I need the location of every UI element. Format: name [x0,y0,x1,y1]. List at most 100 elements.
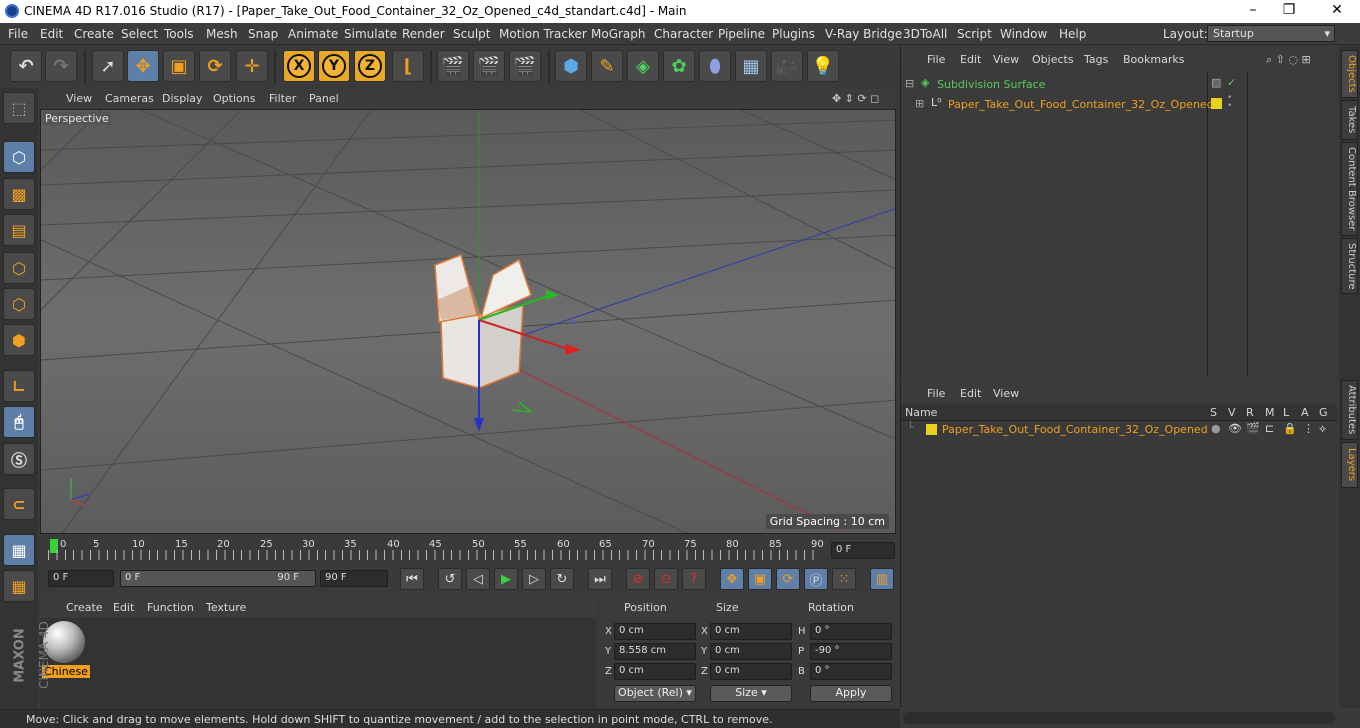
axis-mode-icon[interactable]: ∟ [3,370,35,402]
pen-spline-icon[interactable]: ✎ [591,50,623,82]
menu-script[interactable]: Script [957,27,992,41]
menu-edit[interactable]: Edit [40,27,63,41]
enabled-check-icon[interactable]: ✓ [1227,76,1236,89]
camera-icon[interactable]: 🎥 [771,50,803,82]
position-y-field[interactable]: 8.558 cm [614,643,696,660]
mat-menu-function[interactable]: Function [147,601,194,614]
object-row[interactable]: ⊟ ◈ Subdivision Surface ▨ ✓ [901,74,1337,94]
close-icon[interactable]: ✕ [1325,2,1349,18]
layer-horizontal-scrollbar[interactable] [903,712,1335,724]
cloner-icon[interactable]: ✿ [663,50,695,82]
position-x-field[interactable]: 0 cm [614,623,696,640]
position-z-field[interactable]: 0 cm [614,663,696,680]
floor-scene-icon[interactable]: ▦ [735,50,767,82]
key-rotation-icon[interactable]: ⟳ [776,568,800,590]
menu-create[interactable]: Create [74,27,114,41]
select-arrow-icon[interactable]: ➚ [92,50,124,82]
keyframe-selection-icon[interactable]: ? [682,568,706,590]
vp-menu-panel[interactable]: Panel [309,92,339,105]
texture-mode-icon[interactable]: ▩ [3,178,35,210]
menu-pipeline[interactable]: Pipeline [718,27,765,41]
layer-row[interactable]: └ Paper_Take_Out_Food_Container_32_Oz_Op… [901,421,1337,439]
obj-menu-objects[interactable]: Objects [1032,53,1074,66]
vp-menu-filter[interactable]: Filter [269,92,296,105]
obj-menu-bookmarks[interactable]: Bookmarks [1123,53,1184,66]
tab-objects[interactable]: Objects [1341,50,1358,98]
obj-menu-edit[interactable]: Edit [960,53,981,66]
expand-icon[interactable]: ⊞ [915,97,924,110]
vp-menu-options[interactable]: Options [213,92,255,105]
workplane-icon[interactable]: ▦ [3,534,35,566]
render-toggle-icon[interactable]: 🎬 [1246,422,1260,435]
menu-help[interactable]: Help [1059,27,1086,41]
go-to-previous-key-icon[interactable]: ↺ [438,568,462,590]
mat-menu-edit[interactable]: Edit [113,601,134,614]
menu-character[interactable]: Character [654,27,713,41]
tab-attributes[interactable]: Attributes [1341,380,1358,440]
menu-render[interactable]: Render [402,27,445,41]
tweak-mode-icon[interactable]: 🖰 [3,406,35,438]
tab-layers[interactable]: Layers [1341,442,1358,488]
subdivision-surface-icon[interactable]: ◈ [627,50,659,82]
redo-icon[interactable]: ↷ [45,50,77,82]
size-mode-dropdown[interactable]: Size ▾ [710,685,792,702]
vp-menu-view[interactable]: View [66,92,92,105]
y-axis-lock-button[interactable]: Y [318,50,350,82]
obj-menu-tags[interactable]: Tags [1084,53,1108,66]
viewport-nav-icons[interactable]: ✥ ⇕ ⟳ ◻ [832,92,879,105]
obj-search-nav-icons[interactable]: ⌕ ⇧ ◌ ⊞ [1266,53,1311,67]
manager-toggle-icon[interactable]: ⊏ [1265,422,1274,435]
previous-frame-icon[interactable]: ◁ [466,568,490,590]
solo-toggle-icon[interactable]: ● [1211,422,1221,435]
obj-menu-view[interactable]: View [993,53,1019,66]
rotation-p-field[interactable]: -90 ° [810,643,892,660]
workplane-mode-icon[interactable]: ▤ [3,214,35,246]
menu-snap[interactable]: Snap [248,27,278,41]
visibility-dots-icon[interactable]: • • [1227,94,1232,111]
size-x-field[interactable]: 0 cm [710,623,792,640]
autokey-icon[interactable]: ⊙ [654,568,678,590]
layer-menu-edit[interactable]: Edit [960,387,981,400]
menu-mograph[interactable]: MoGraph [591,27,646,41]
minimize-icon[interactable]: – [1241,2,1265,18]
apply-button[interactable]: Apply [810,685,892,702]
record-keyframe-icon[interactable]: ⊘ [626,568,650,590]
menu-window[interactable]: Window [1000,27,1047,41]
render-view-icon[interactable]: 🎬 [437,50,469,82]
start-frame-field[interactable]: 0 F [48,570,114,587]
go-to-start-icon[interactable]: ⏮ [400,568,424,590]
view-toggle-icon[interactable]: 👁 [1228,422,1242,435]
menu-file[interactable]: File [8,27,28,41]
menu-animate[interactable]: Animate [288,27,338,41]
object-row[interactable]: ⊞ L⁰ Paper_Take_Out_Food_Container_32_Oz… [901,94,1337,114]
undo-icon[interactable]: ↶ [10,50,42,82]
rotation-b-field[interactable]: 0 ° [810,663,892,680]
cube-primitive-icon[interactable]: ⬢ [555,50,587,82]
points-mode-icon[interactable]: ⬡ [3,252,35,284]
vp-menu-cameras[interactable]: Cameras [105,92,154,105]
maximize-icon[interactable]: ❐ [1277,2,1301,18]
polygons-mode-icon[interactable]: ⬢ [3,324,35,356]
next-frame-icon[interactable]: ▷ [522,568,546,590]
deformer-icon[interactable]: ⬮ [699,50,731,82]
model-mode-icon[interactable]: ⬡ [3,141,35,173]
render-settings-icon[interactable]: 🎬 [509,50,541,82]
menu-tools[interactable]: Tools [164,27,194,41]
coordinate-mode-dropdown[interactable]: Object (Rel) ▾ [614,685,696,702]
go-to-end-icon[interactable]: ⏭ [588,568,612,590]
tab-content-browser[interactable]: Content Browser [1341,142,1358,236]
scale-tool-icon[interactable]: ▣ [163,50,195,82]
menu-vray-bridge[interactable]: V-Ray Bridge [825,27,902,41]
tab-takes[interactable]: Takes [1341,100,1358,140]
play-icon[interactable]: ▶ [494,568,518,590]
x-axis-lock-button[interactable]: X [283,50,315,82]
z-axis-lock-button[interactable]: Z [354,50,386,82]
obj-menu-file[interactable]: File [927,53,945,66]
current-frame-field[interactable]: 0 F [831,542,895,559]
timeline-ruler[interactable]: 0 5 10 15 20 25 30 35 40 45 50 55 60 65 … [40,536,896,566]
render-picture-viewer-icon[interactable]: 🎬 [473,50,505,82]
layer-menu-view[interactable]: View [993,387,1019,400]
key-scale-icon[interactable]: ▣ [748,568,772,590]
move-tool-icon[interactable]: ✥ [127,50,159,82]
timeline-window-icon[interactable]: ▥ [870,568,894,590]
